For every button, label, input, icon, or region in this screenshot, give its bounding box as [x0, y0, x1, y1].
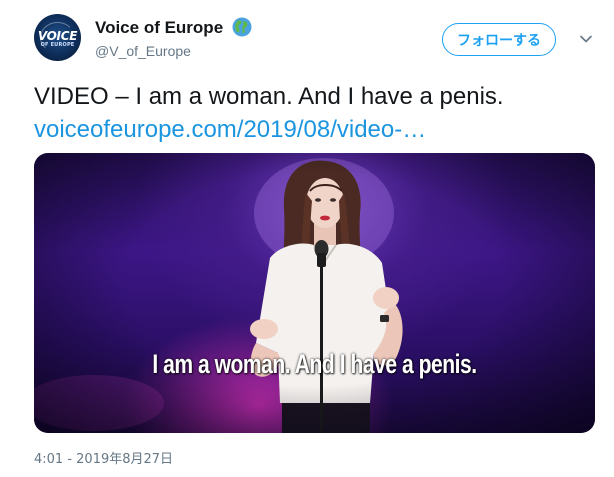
tweet-text: VIDEO – I am a woman. And I have a penis…	[34, 83, 504, 110]
video-caption: I am a woman. And I have a penis.	[152, 349, 477, 379]
display-name[interactable]: Voice of Europe	[95, 18, 223, 38]
avatar-logo-top: VOICE	[37, 29, 78, 43]
video-thumbnail[interactable]: I am a woman. And I have a penis.	[34, 153, 595, 433]
video-vignette	[34, 153, 595, 433]
avatar-logo-bottom: OF EUROPE	[40, 42, 75, 48]
chevron-down-icon[interactable]	[578, 31, 594, 47]
tweet-link[interactable]: voiceofeurope.com/2019/08/video-…	[34, 113, 426, 146]
tweet-timestamp[interactable]: 4:01 - 2019年8月27日	[34, 448, 173, 467]
tweet-card: VOICE OF EUROPE Voice of Europe @V_of_Eu…	[0, 0, 614, 477]
avatar[interactable]: VOICE OF EUROPE	[34, 14, 81, 61]
follow-button[interactable]: フォローする	[442, 23, 556, 56]
user-handle[interactable]: @V_of_Europe	[95, 43, 191, 59]
globe-europe-icon	[232, 17, 252, 37]
